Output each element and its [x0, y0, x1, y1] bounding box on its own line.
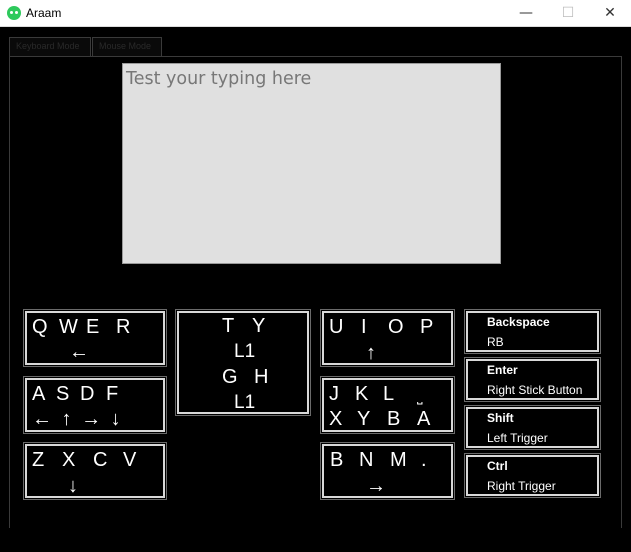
key-group-zxcv: ZXCV ↓	[23, 442, 167, 500]
l1-label: L1	[234, 341, 256, 362]
key-letter: U	[329, 316, 344, 338]
typing-test-input[interactable]	[122, 63, 501, 264]
key-letter: L	[383, 383, 395, 405]
command-mapping: Left Trigger	[487, 431, 548, 445]
command-mapping: Right Stick Button	[487, 383, 583, 397]
tab-mouse-mode[interactable]: Mouse Mode	[92, 37, 162, 57]
key-letter: Z	[32, 449, 45, 471]
command-mapping: Right Trigger	[487, 479, 556, 493]
key-letters-ty: TY	[222, 315, 265, 338]
command-title: Ctrl	[487, 459, 508, 473]
title-bar: Araam — ☐ ✕	[0, 0, 631, 27]
key-letters-xyba: XYBA	[329, 408, 430, 431]
key-letters-zxcv: ZXCV	[32, 449, 136, 472]
key-letter: P	[420, 316, 434, 338]
key-letter: X	[329, 408, 343, 430]
key-letter: Y	[357, 408, 371, 430]
key-letters-jkl: J K L ⎵	[329, 383, 423, 406]
command-title: Shift	[487, 411, 514, 425]
key-letter: X	[62, 449, 76, 471]
key-letters-asdf: ASDF	[32, 383, 118, 406]
key-group-qwer: QWER ←	[23, 309, 167, 367]
tab-keyboard-mode[interactable]: Keyboard Mode	[9, 37, 91, 57]
direction-arrows-icon: ← ↑ → ↓	[32, 408, 123, 430]
key-letter: M	[390, 449, 407, 471]
key-letter: A	[417, 408, 431, 430]
key-letter: W	[59, 316, 78, 338]
key-letters-uiop: UIOP	[329, 316, 433, 339]
key-group-jkl: J K L ⎵ XYBA	[320, 376, 455, 434]
up-arrow-icon: ↑	[366, 342, 376, 364]
command-enter: Enter Right Stick Button	[464, 357, 601, 402]
key-group-asdf: ASDF ← ↑ → ↓	[23, 376, 167, 434]
command-backspace: Backspace RB	[464, 309, 601, 354]
minimize-button[interactable]: —	[505, 0, 547, 27]
window-title: Araam	[26, 6, 62, 20]
key-group-bnm: BNM. →	[320, 442, 455, 500]
left-arrow-icon: ←	[69, 341, 89, 363]
key-letter: Q	[32, 316, 48, 338]
key-letter: H	[254, 366, 269, 388]
key-letter: B	[387, 408, 401, 430]
key-letter: B	[330, 449, 344, 471]
key-letter: .	[421, 449, 427, 471]
key-letter: K	[355, 383, 369, 405]
key-letter: N	[359, 449, 374, 471]
key-letters-bnm: BNM.	[330, 449, 427, 472]
key-letters-qwer: QWER	[32, 316, 130, 339]
right-arrow-icon: →	[366, 475, 386, 497]
key-letter: V	[123, 449, 137, 471]
key-letter: A	[32, 383, 46, 405]
key-letter: G	[222, 366, 238, 388]
key-letter: Y	[252, 315, 266, 337]
key-letter: E	[86, 316, 100, 338]
key-letter: O	[388, 316, 404, 338]
key-letter: R	[116, 316, 131, 338]
maximize-button[interactable]: ☐	[547, 0, 589, 27]
key-letter: C	[93, 449, 108, 471]
key-letter: T	[222, 315, 235, 337]
key-letters-gh: GH	[222, 366, 268, 389]
close-button[interactable]: ✕	[589, 0, 631, 27]
command-title: Enter	[487, 363, 518, 377]
command-mapping: RB	[487, 335, 504, 349]
key-letter: S	[56, 383, 70, 405]
key-group-ty-gh: TY L1 GH L1	[175, 309, 311, 416]
command-title: Backspace	[487, 315, 550, 329]
key-group-uiop: UIOP ↑	[320, 309, 455, 367]
down-arrow-icon: ↓	[68, 475, 78, 497]
l1-label: L1	[234, 392, 256, 413]
key-letter: J	[329, 383, 339, 405]
key-letter: D	[80, 383, 95, 405]
key-letter: I	[361, 316, 367, 338]
command-ctrl: Ctrl Right Trigger	[464, 453, 601, 498]
key-letter: F	[106, 383, 119, 405]
command-shift: Shift Left Trigger	[464, 405, 601, 450]
app-icon	[7, 6, 21, 20]
